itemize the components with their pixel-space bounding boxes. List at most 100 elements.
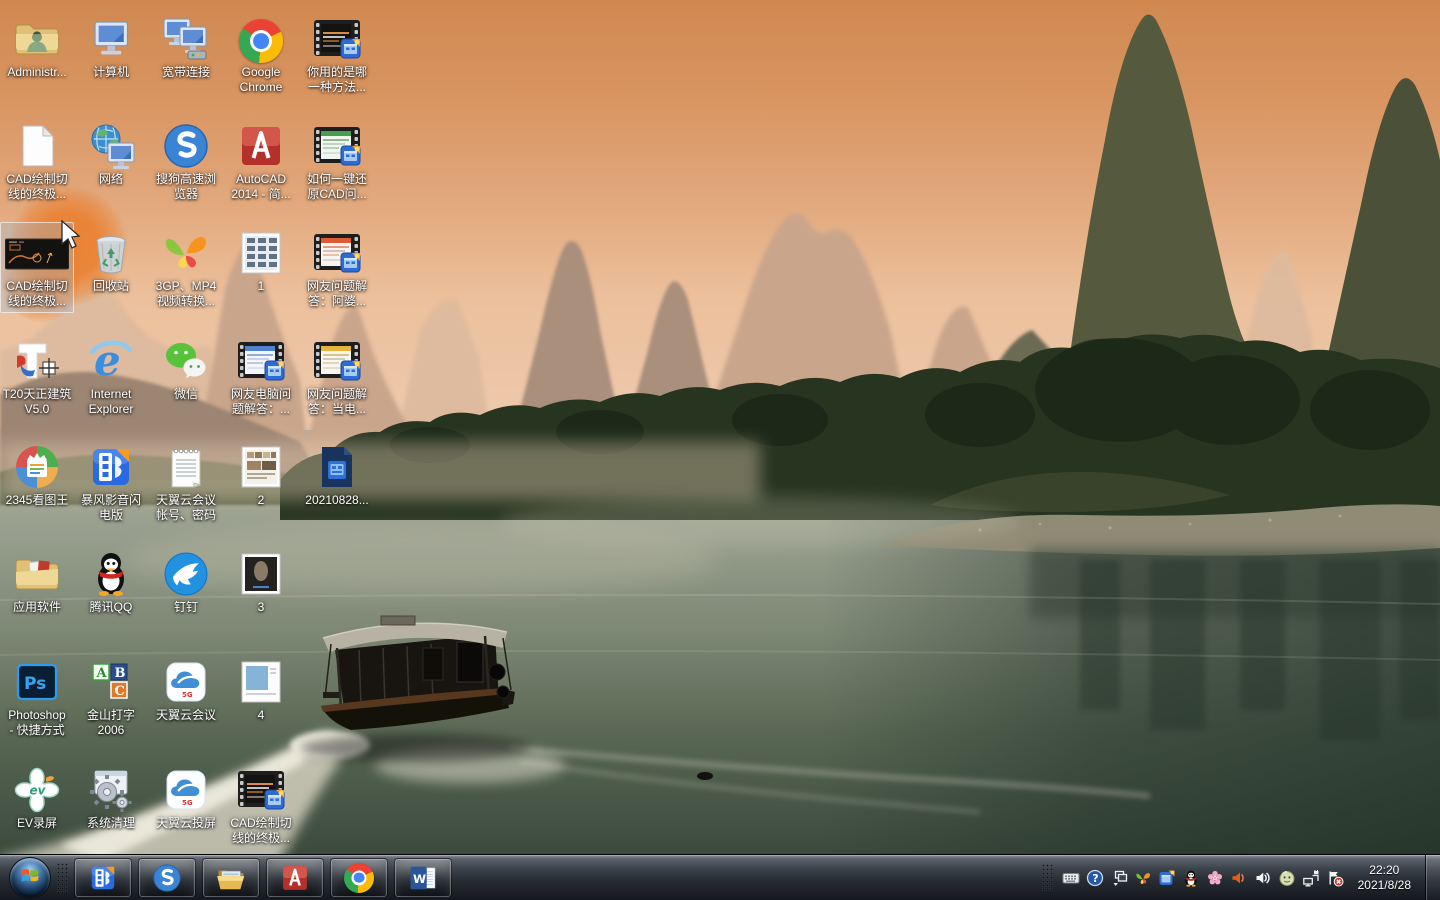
svg-text:5G: 5G: [182, 691, 193, 699]
svg-text:ev: ev: [30, 784, 47, 798]
baofeng-icon: [88, 863, 118, 893]
desktop-icon-autocad-2014[interactable]: AutoCAD 2014 - 简...: [224, 115, 298, 206]
sogou-icon: [162, 118, 210, 170]
desktop-icon-label: CAD绘制切 线的终极...: [6, 172, 67, 202]
desktop-icon-administrator-folder[interactable]: Administr...: [0, 8, 74, 84]
globe-pc-icon: [87, 118, 135, 170]
taskbar-button-baofeng-player[interactable]: [74, 858, 132, 898]
desktop-icon-2345-picture-viewer[interactable]: 2345看图王: [0, 436, 74, 512]
desktop-icon-cloud-meeting[interactable]: 5G天翼云会议: [149, 651, 223, 727]
svg-text:A: A: [96, 666, 108, 681]
video-web-red-icon: [313, 225, 361, 277]
taskbar-button-word[interactable]: W: [394, 858, 452, 898]
desktop-icon-computer[interactable]: 计算机: [74, 8, 148, 84]
desktop-icon-sogou-browser[interactable]: 搜狗高速浏 览器: [149, 115, 223, 206]
desktop-icon-label: 暴风影音闪 电版: [81, 493, 141, 523]
tray-flower-app-icon[interactable]: [1206, 869, 1224, 887]
tray-assistant-app-icon[interactable]: [1278, 869, 1296, 887]
desktop-icon-label: 2345看图王: [6, 493, 69, 508]
taskbar-grip[interactable]: [57, 863, 69, 893]
taskbar-button-autocad[interactable]: [266, 858, 324, 898]
desktop-icon-cloud-cast[interactable]: 5G天翼云投屏: [149, 759, 223, 835]
desktop-icon-cad-tangent-video-2[interactable]: CAD绘制切 线的终极...: [224, 759, 298, 850]
mouse-cursor: [60, 220, 82, 255]
desktop-icon-label: AutoCAD 2014 - 简...: [231, 172, 290, 202]
desktop-icon-google-chrome[interactable]: Google Chrome: [224, 8, 298, 99]
tray-converter-butterfly-icon[interactable]: [1134, 869, 1152, 887]
tray-soft-keyboard-icon[interactable]: [1062, 869, 1080, 887]
desktop-icon-ev-recorder[interactable]: evEV录屏: [0, 759, 74, 835]
desktop-icon-dingtalk[interactable]: 钉钉: [149, 543, 223, 619]
desktop-icon-video-converter-3gp-mp4[interactable]: 3GP、MP4 视频转换...: [149, 222, 223, 313]
tray-volume-icon[interactable]: [1254, 869, 1272, 887]
desktop-icon-wechat[interactable]: 微信: [149, 330, 223, 406]
desktop-icon-jinshan-typing-2006[interactable]: ABC金山打字 2006: [74, 651, 148, 742]
doc-blank-icon: [13, 118, 61, 170]
tray-clock[interactable]: 22:20 2021/8/28: [1358, 863, 1411, 893]
tray-network-status-icon[interactable]: [1302, 869, 1320, 887]
desktop-icon-label: 腾讯QQ: [90, 600, 133, 615]
cloud-icon: 5G: [162, 654, 210, 706]
tray-action-center-icon[interactable]: [1326, 869, 1344, 887]
language-bar-grip[interactable]: [1042, 864, 1054, 892]
desktop-icon-internet-explorer[interactable]: eInternet Explorer: [74, 330, 148, 421]
desktop-icon-image-3[interactable]: 3: [224, 543, 298, 619]
desktop-icon-system-cleaner[interactable]: 系统清理: [74, 759, 148, 835]
abc-icon: ABC: [87, 654, 135, 706]
chrome-icon: [239, 11, 283, 63]
svg-text:Ps: Ps: [24, 674, 46, 694]
autocad-icon: [280, 863, 310, 893]
desktop-icon-baofeng-player[interactable]: 暴风影音闪 电版: [74, 436, 148, 527]
taskbar-button-sogou-browser[interactable]: [138, 858, 196, 898]
desktop-icon-video-restore-cad[interactable]: 如何一键还 原CAD问...: [300, 115, 374, 206]
desktop-icon-label: T20天正建筑 V5.0: [3, 387, 72, 417]
desktop-surface[interactable]: Administr...计算机宽带连接 Google Chrome 你用的是哪 一种…: [0, 0, 1440, 855]
broadband-icon: [162, 11, 210, 63]
desktop-icon-network[interactable]: 网络: [74, 115, 148, 191]
baofeng-icon: [87, 439, 135, 491]
desktop-icon-video-qa-dangdian[interactable]: 网友问题解 答：当电...: [300, 330, 374, 421]
desktop-icon-image-2[interactable]: 2: [224, 436, 298, 512]
desktop-icon-label: 网络: [99, 172, 123, 187]
desktop-icon-broadband-connection[interactable]: 宽带连接: [149, 8, 223, 84]
desktop-icon-t20-tianzheng[interactable]: T20天正建筑 V5.0: [0, 330, 74, 421]
video-web-green-icon: [313, 118, 361, 170]
desktop-icon-video-qa-apo[interactable]: 网友问题解 答：阿婆...: [300, 222, 374, 313]
pic-blue-icon: [237, 654, 285, 706]
taskbar-button-windows-explorer[interactable]: [202, 858, 260, 898]
desktop-icon-recycle-bin[interactable]: 回收站: [74, 222, 148, 298]
desktop-icon-tencent-qq[interactable]: 腾讯QQ: [74, 543, 148, 619]
desktop-icon-label: CAD绘制切 线的终极...: [6, 279, 67, 309]
photoshop-icon: Ps: [13, 654, 61, 706]
tray-language-bar-options-icon[interactable]: [1110, 869, 1128, 887]
tray-qq-tray-icon[interactable]: [1182, 869, 1200, 887]
autocad-icon: [237, 118, 285, 170]
taskbar-button-google-chrome[interactable]: [330, 858, 388, 898]
explorer-icon: [216, 863, 246, 893]
desktop-icon-video-20210828[interactable]: 20210828...: [300, 436, 374, 512]
clock-time: 22:20: [1358, 863, 1411, 878]
notepad-icon: [162, 439, 210, 491]
folder-app-icon: [13, 546, 61, 598]
desktop-icon-cad-tangent-doc[interactable]: CAD绘制切 线的终极...: [0, 115, 74, 206]
desktop-icon-video-pc-qa[interactable]: 网友电脑问 题解答：...: [224, 330, 298, 421]
desktop-icon-image-1[interactable]: 1: [224, 222, 298, 298]
pic-photos-icon: [237, 439, 285, 491]
ev-icon: ev: [13, 762, 61, 814]
start-button[interactable]: [9, 857, 51, 899]
desktop-icon-app-software-folder[interactable]: 应用软件: [0, 543, 74, 619]
svg-text:W: W: [413, 872, 426, 886]
desktop-icon-image-4[interactable]: 4: [224, 651, 298, 727]
tray-input-help-icon[interactable]: ?: [1086, 869, 1104, 887]
desktop-icon-photoshop-shortcut[interactable]: PsPhotoshop - 快捷方式: [0, 651, 74, 742]
desktop-icon-label: 如何一键还 原CAD问...: [307, 172, 367, 202]
show-desktop-button[interactable]: [1425, 855, 1440, 900]
desktop-icon-cloud-meeting-account-notes[interactable]: 天翼云会议 帐号、密码: [149, 436, 223, 527]
desktop-icon-video-which-method[interactable]: 你用的是哪 一种方法...: [300, 8, 374, 99]
desktop-icon-label: Internet Explorer: [89, 387, 134, 417]
desktop-icon-label: 你用的是哪 一种方法...: [307, 65, 367, 95]
desktop-icon-label: Google Chrome: [240, 65, 283, 95]
desktop-icon-label: 网友问题解 答：阿婆...: [307, 279, 367, 309]
tray-audio-app-icon[interactable]: [1230, 869, 1248, 887]
tray-baofeng-tray-icon[interactable]: [1158, 869, 1176, 887]
